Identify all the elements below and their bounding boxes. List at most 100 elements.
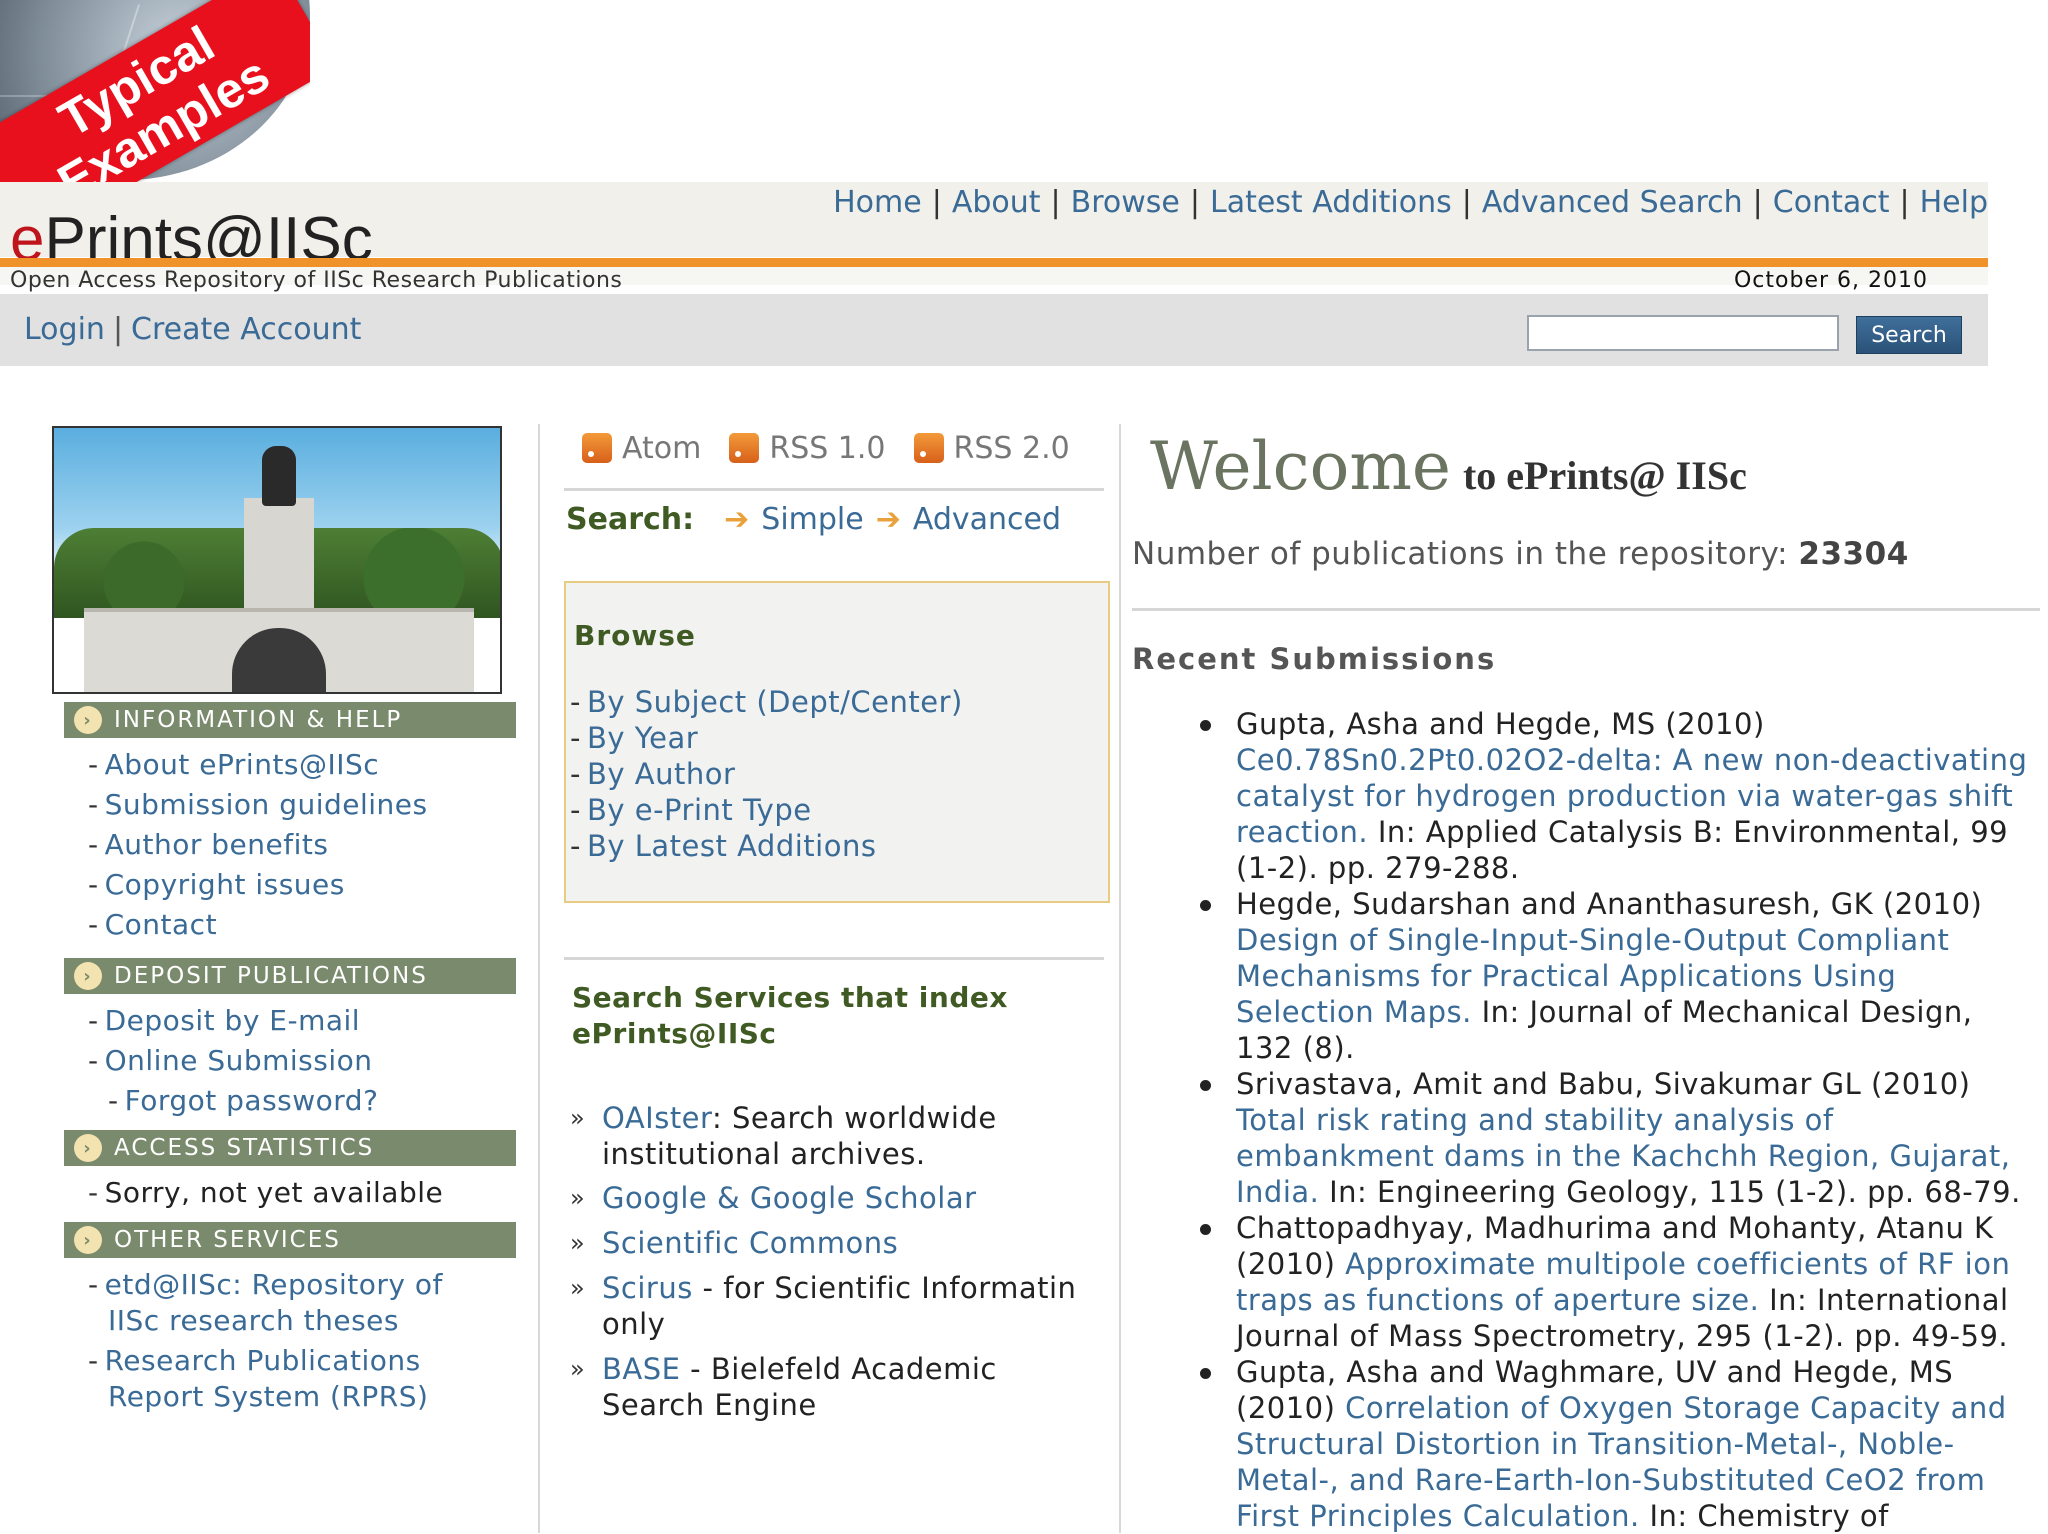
- divider: [564, 488, 1104, 491]
- nav-help[interactable]: Help: [1920, 185, 1988, 220]
- publication-count: Number of publications in the repository…: [1132, 536, 1909, 572]
- section-access-statistics: › ACCESS STATISTICS: [64, 1130, 516, 1166]
- bullet-icon: [1200, 1224, 1211, 1235]
- arrow-circle-icon: ›: [74, 706, 102, 734]
- search-options: Search: ➔ Simple ➔ Advanced: [566, 502, 1061, 537]
- link-contact[interactable]: - Contact: [88, 908, 217, 941]
- feed-atom[interactable]: Atom: [582, 431, 701, 466]
- rss-feed-icon: [582, 433, 612, 463]
- double-chevron-icon: »: [570, 1104, 585, 1132]
- double-chevron-icon: »: [570, 1274, 585, 1302]
- bullet-icon: [1200, 1368, 1211, 1379]
- list-item: Srivastava, Amit and Babu, Sivakumar GL …: [1200, 1066, 2030, 1210]
- column-divider-right: [1119, 424, 1121, 1533]
- section-deposit-publications: › DEPOSIT PUBLICATIONS: [64, 958, 516, 994]
- link-etd-repository[interactable]: - etd@IISc: Repository of: [88, 1268, 443, 1301]
- arrow-circle-icon: ›: [74, 1134, 102, 1162]
- nav-about[interactable]: About: [952, 185, 1041, 220]
- double-chevron-icon: »: [570, 1184, 585, 1212]
- section-title: DEPOSIT PUBLICATIONS: [114, 963, 428, 989]
- feed-rss-2[interactable]: RSS 2.0: [913, 431, 1070, 466]
- arrow-circle-icon: ›: [74, 1226, 102, 1254]
- scirus-link[interactable]: Scirus: [602, 1271, 693, 1305]
- link-etd-repository-line2[interactable]: IISc research theses: [108, 1304, 399, 1337]
- double-chevron-icon: »: [570, 1229, 585, 1257]
- login-link[interactable]: Login: [24, 312, 105, 347]
- statistics-unavailable-note: - Sorry, not yet available: [88, 1176, 444, 1209]
- bullet-icon: [1200, 900, 1211, 911]
- nav-home[interactable]: Home: [833, 185, 922, 220]
- section-other-services: › OTHER SERVICES: [64, 1222, 516, 1258]
- double-chevron-icon: »: [570, 1355, 585, 1383]
- nav-browse[interactable]: Browse: [1071, 185, 1180, 220]
- oaister-link[interactable]: OAIster: [602, 1101, 712, 1135]
- top-navigation: Home | About | Browse | Latest Additions | A…: [833, 184, 1988, 220]
- corner-globe-image: Typical Examples: [0, 0, 310, 182]
- browse-panel: Browse - By Subject (Dept/Center) - By Yea…: [564, 581, 1110, 903]
- section-title: OTHER SERVICES: [114, 1227, 341, 1253]
- submission-authors: Gupta, Asha and Hegde, MS (2010): [1236, 707, 1765, 741]
- link-online-submission[interactable]: - Online Submission: [88, 1044, 373, 1077]
- site-subtitle: Open Access Repository of IISc Research …: [10, 268, 623, 293]
- link-submission-guidelines[interactable]: - Submission guidelines: [88, 788, 428, 821]
- nav-contact[interactable]: Contact: [1773, 185, 1890, 220]
- browse-by-eprint-type[interactable]: - By e-Print Type: [570, 793, 812, 827]
- search-label: Search:: [566, 502, 695, 537]
- recent-submissions-title: Recent Submissions: [1132, 642, 1497, 676]
- feed-rss-1[interactable]: RSS 1.0: [729, 431, 886, 466]
- recent-submissions-list: Gupta, Asha and Hegde, MS (2010) Ce0.78S…: [1200, 706, 2030, 1534]
- search-services-title: Search Services that index ePrints@IISc: [572, 981, 1008, 1050]
- browse-title: Browse: [574, 619, 696, 652]
- header-divider: [0, 258, 1988, 267]
- submission-venue: In: Chemistry of: [1649, 1499, 1889, 1533]
- section-information-help: › INFORMATION & HELP: [64, 702, 516, 738]
- current-date: October 6, 2010: [1733, 268, 1928, 293]
- link-about-eprints[interactable]: - About ePrints@IISc: [88, 748, 379, 781]
- welcome-big: Welcome: [1150, 428, 1451, 505]
- bullet-icon: [1200, 1080, 1211, 1091]
- simple-search-link[interactable]: Simple: [761, 502, 863, 537]
- rss-feed-icon: [913, 433, 944, 463]
- search-input[interactable]: [1527, 315, 1839, 351]
- link-author-benefits[interactable]: - Author benefits: [88, 828, 328, 861]
- campus-statue-photo: [52, 426, 502, 694]
- account-links: Login | Create Account: [24, 312, 362, 347]
- google-scholar-link[interactable]: Google & Google Scholar: [602, 1181, 977, 1215]
- link-copyright-issues[interactable]: - Copyright issues: [88, 868, 345, 901]
- advanced-search-link[interactable]: Advanced: [913, 502, 1061, 537]
- base-link[interactable]: BASE: [602, 1352, 680, 1386]
- link-forgot-password[interactable]: - Forgot password?: [108, 1084, 378, 1117]
- arrow-circle-icon: ›: [74, 962, 102, 990]
- divider: [1132, 608, 2040, 611]
- welcome-small: to ePrints@ IISc: [1462, 453, 1747, 498]
- list-item: Hegde, Sudarshan and Ananthasuresh, GK (…: [1200, 886, 2030, 1066]
- rss-feed-icon: [729, 433, 760, 463]
- link-deposit-by-email[interactable]: - Deposit by E-mail: [88, 1004, 360, 1037]
- publication-count-value: 23304: [1798, 536, 1909, 572]
- browse-by-author[interactable]: - By Author: [570, 757, 735, 791]
- submission-title-link[interactable]: Correlation of Oxygen Storage Capacity a…: [1236, 1391, 2007, 1533]
- create-account-link[interactable]: Create Account: [131, 312, 361, 347]
- site-header: ePrints@IISc Home | About | Browse | Latest…: [0, 182, 1988, 366]
- browse-by-year[interactable]: - By Year: [570, 721, 698, 755]
- arrow-right-icon: ➔: [875, 502, 901, 537]
- scientific-commons-link[interactable]: Scientific Commons: [602, 1226, 898, 1260]
- arrow-right-icon: ➔: [724, 502, 750, 537]
- bullet-icon: [1200, 720, 1211, 731]
- search-button[interactable]: Search: [1856, 316, 1962, 354]
- browse-by-subject[interactable]: - By Subject (Dept/Center): [570, 685, 963, 719]
- divider: [564, 957, 1104, 960]
- submission-authors: Hegde, Sudarshan and Ananthasuresh, GK (…: [1236, 887, 1983, 921]
- link-rprs[interactable]: - Research Publications: [88, 1344, 421, 1377]
- list-item: Chattopadhyay, Madhurima and Mohanty, At…: [1200, 1210, 2030, 1354]
- list-item: Gupta, Asha and Waghmare, UV and Hegde, …: [1200, 1354, 2030, 1534]
- feed-links: Atom RSS 1.0 RSS 2.0: [582, 428, 1112, 468]
- section-title: ACCESS STATISTICS: [114, 1135, 375, 1161]
- welcome-heading: Welcome to ePrints@ IISc: [1150, 428, 1747, 505]
- link-rprs-line2[interactable]: Report System (RPRS): [108, 1380, 428, 1413]
- submission-venue: In: Engineering Geology, 115 (1-2). pp. …: [1329, 1175, 2021, 1209]
- column-divider-left: [538, 424, 540, 1533]
- nav-latest-additions[interactable]: Latest Additions: [1210, 185, 1452, 220]
- browse-by-latest-additions[interactable]: - By Latest Additions: [570, 829, 876, 863]
- nav-advanced-search[interactable]: Advanced Search: [1482, 185, 1743, 220]
